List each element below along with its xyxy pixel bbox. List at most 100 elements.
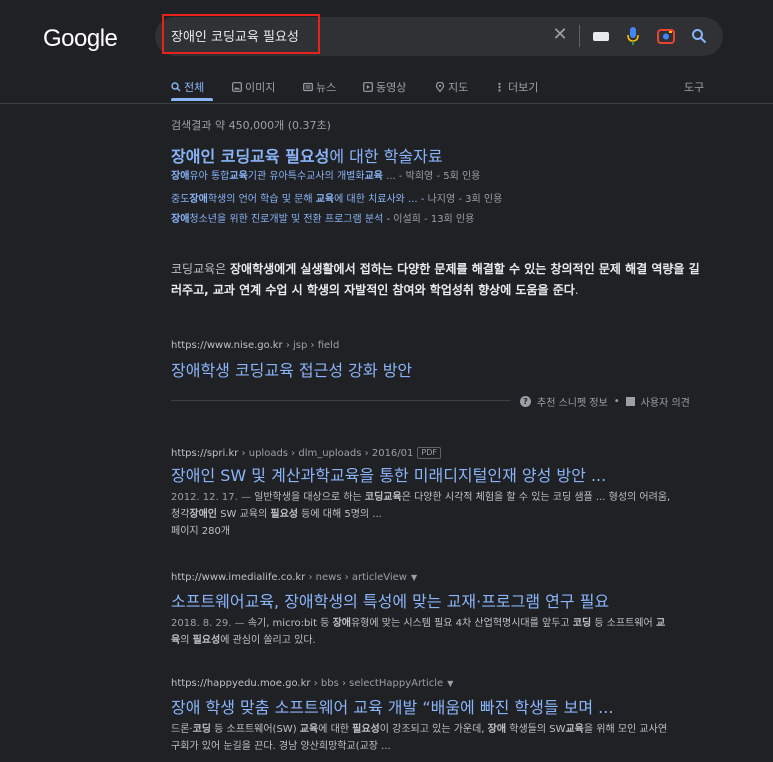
tab-more[interactable]: ⋮ 더보기 — [494, 79, 538, 95]
help-icon[interactable]: ? — [520, 396, 531, 407]
search-input[interactable]: 장애인 코딩교육 필요성 — [171, 26, 299, 45]
tab-label: 동영상 — [376, 81, 407, 94]
scholar-row-text: 장애 — [189, 194, 208, 205]
scholar-row[interactable]: 장애유아 통합교육기관 유아특수교사의 개별화교육 ... - 박희영 - 5회… — [171, 167, 480, 182]
snippet-feedback: ? 추천 스니펫 정보 • 사용자 의견 — [520, 394, 690, 409]
scholar-author[interactable]: 박희영 — [406, 171, 434, 182]
result-date: 2018. 8. 29. — — [171, 618, 248, 629]
active-tab-indicator — [171, 98, 213, 101]
google-logo[interactable]: Google — [43, 25, 118, 53]
page-count: 페이지 280개 — [171, 526, 231, 537]
tab-label: 전체 — [184, 81, 205, 94]
desc-text: 드론· — [171, 724, 193, 735]
featured-snippet-text: 코딩교육은 장애학생에게 실생활에서 접하는 다양한 문제를 해결할 수 있는 … — [171, 259, 706, 301]
lens-icon[interactable] — [657, 28, 675, 44]
play-icon — [363, 82, 373, 92]
scholar-row-text: 교육 — [315, 194, 335, 205]
desc-text: 이 강조되고 있는 가운데, — [379, 724, 488, 735]
tab-label: 지도 — [448, 81, 469, 94]
result-date: 2012. 12. 17. — — [171, 492, 255, 503]
desc-text: 등 소프트웨어(SW) — [211, 724, 300, 735]
desc-text: 등에 대해 5명의 ... — [298, 509, 382, 520]
tools-button[interactable]: 도구 — [684, 79, 704, 95]
desc-highlight: 코딩 — [572, 618, 592, 629]
mic-icon[interactable] — [627, 26, 639, 46]
scholar-cite[interactable]: - 5회 인용 — [433, 171, 480, 182]
desc-highlight: 코딩교육 — [364, 492, 402, 503]
desc-highlight: 필요성 — [352, 724, 380, 735]
desc-text: 에 관심이 쏠리고 있다. — [220, 635, 316, 646]
scholar-author[interactable]: 이설희 — [393, 214, 421, 225]
scholar-row-text: 유아 통합 — [189, 171, 230, 182]
url-path: › jsp › field — [282, 340, 340, 351]
desc-highlight: 필요성 — [192, 635, 221, 646]
scholar-cite[interactable]: - 3회 인용 — [455, 194, 502, 205]
pin-icon — [435, 82, 445, 92]
search-icon[interactable] — [691, 28, 707, 44]
url-domain: https://spri.kr — [171, 448, 239, 459]
scholar-title-rest: 에 대한 학술자료 — [329, 147, 443, 166]
scholar-row-text: 교육 — [364, 171, 383, 182]
desc-highlight: 코딩 — [192, 724, 211, 735]
desc-highlight: 장애 — [332, 618, 351, 629]
snippet-text: . — [574, 283, 579, 297]
result-url[interactable]: https://spri.kr › uploads › dlm_uploads … — [171, 447, 441, 459]
scholar-row-text: 청소년을 위한 진로개발 및 전환 프로그램 분석 - — [189, 214, 394, 225]
desc-text: 일반학생을 대상으로 하는 — [254, 492, 365, 503]
snippet-text: 코딩교육은 — [171, 262, 231, 276]
result-title[interactable]: 장애 학생 맞춤 소프트웨어 교육 개발 “배움에 빠진 학생들 보며 ... — [171, 694, 613, 718]
tab-all[interactable]: 전체 — [171, 79, 204, 95]
scholar-row-text: 교육 — [229, 171, 248, 182]
desc-highlight: 장애인 — [189, 509, 218, 520]
result-title[interactable]: 장애학생 코딩교육 접근성 강화 방안 — [171, 357, 412, 381]
scholar-row-text: 장애 — [171, 214, 190, 225]
scholar-row-text: 중도 — [171, 194, 190, 205]
url-path: › bbs › selectHappyArticle — [310, 678, 444, 689]
header-divider — [0, 103, 773, 104]
tab-label: 이미지 — [245, 81, 276, 94]
tab-images[interactable]: 이미지 — [232, 79, 275, 95]
scholar-author[interactable]: 나지영 — [428, 194, 456, 205]
result-url[interactable]: http://www.imedialife.co.kr › news › art… — [171, 572, 417, 583]
result-title[interactable]: 소프트웨어교육, 장애학생의 특성에 맞는 교재·프로그램 연구 필요 — [171, 588, 609, 612]
separator-dot: • — [613, 396, 620, 407]
desc-text: 학생들의 SW — [506, 724, 566, 735]
chevron-down-icon[interactable]: ▼ — [447, 679, 453, 688]
scholar-row[interactable]: 중도장애학생의 언어 학습 및 문해 교육에 대한 치료사와 ... - 나지영… — [171, 190, 502, 205]
scholar-row[interactable]: 장애청소년을 위한 진로개발 및 전환 프로그램 분석 - 이설희 - 13회 … — [171, 210, 474, 225]
keyboard-icon[interactable] — [593, 32, 609, 41]
featured-snippet-info-link[interactable]: 추천 스니펫 정보 — [537, 394, 608, 409]
tab-videos[interactable]: 동영상 — [363, 79, 406, 95]
url-domain: https://happyedu.moe.go.kr — [171, 678, 311, 689]
desc-text: 에 대한 — [318, 724, 353, 735]
scholar-row-text: 기관 유아특수교사의 개별화 — [247, 171, 365, 182]
close-icon[interactable]: ✕ — [552, 26, 568, 44]
desc-text: 속기, micro:bit 등 — [247, 618, 333, 629]
desc-highlight: 필요성 — [270, 509, 298, 520]
tab-label: 뉴스 — [316, 81, 337, 94]
tab-maps[interactable]: 지도 — [435, 79, 468, 95]
news-icon — [303, 82, 313, 92]
tab-news[interactable]: 뉴스 — [303, 79, 336, 95]
result-description: 2018. 8. 29. — 속기, micro:bit 등 장애유형에 맞는 … — [171, 615, 671, 649]
pdf-badge: PDF — [417, 447, 441, 459]
snippet-divider — [171, 400, 511, 401]
scholar-row-text: 에 대한 치료사와 ... - — [334, 194, 428, 205]
chevron-down-icon[interactable]: ▼ — [411, 573, 417, 582]
feedback-icon[interactable] — [625, 397, 635, 406]
result-url[interactable]: https://happyedu.moe.go.kr › bbs › selec… — [171, 678, 453, 689]
scholar-row-text: 장애 — [171, 171, 190, 182]
result-url[interactable]: https://www.nise.go.kr › jsp › field — [171, 340, 339, 351]
desc-highlight: 교육 — [299, 724, 319, 735]
url-domain: https://www.nise.go.kr — [171, 340, 283, 351]
scholar-cite[interactable]: - 13회 인용 — [421, 214, 474, 225]
desc-text: SW 교육의 — [217, 509, 271, 520]
url-path: › news › articleView — [305, 572, 407, 583]
result-title[interactable]: 장애인 SW 및 계산과학교육을 통한 미래디지털인재 양성 방안 ... — [171, 462, 606, 486]
url-path: › uploads › dlm_uploads › 2016/01 — [238, 448, 414, 459]
scholar-title[interactable]: 장애인 코딩교육 필요성에 대한 학술자료 — [171, 143, 443, 167]
tab-label: 더보기 — [508, 81, 539, 94]
desc-highlight: 장애 — [487, 724, 507, 735]
feedback-link[interactable]: 사용자 의견 — [641, 394, 690, 409]
search-divider — [579, 25, 580, 47]
